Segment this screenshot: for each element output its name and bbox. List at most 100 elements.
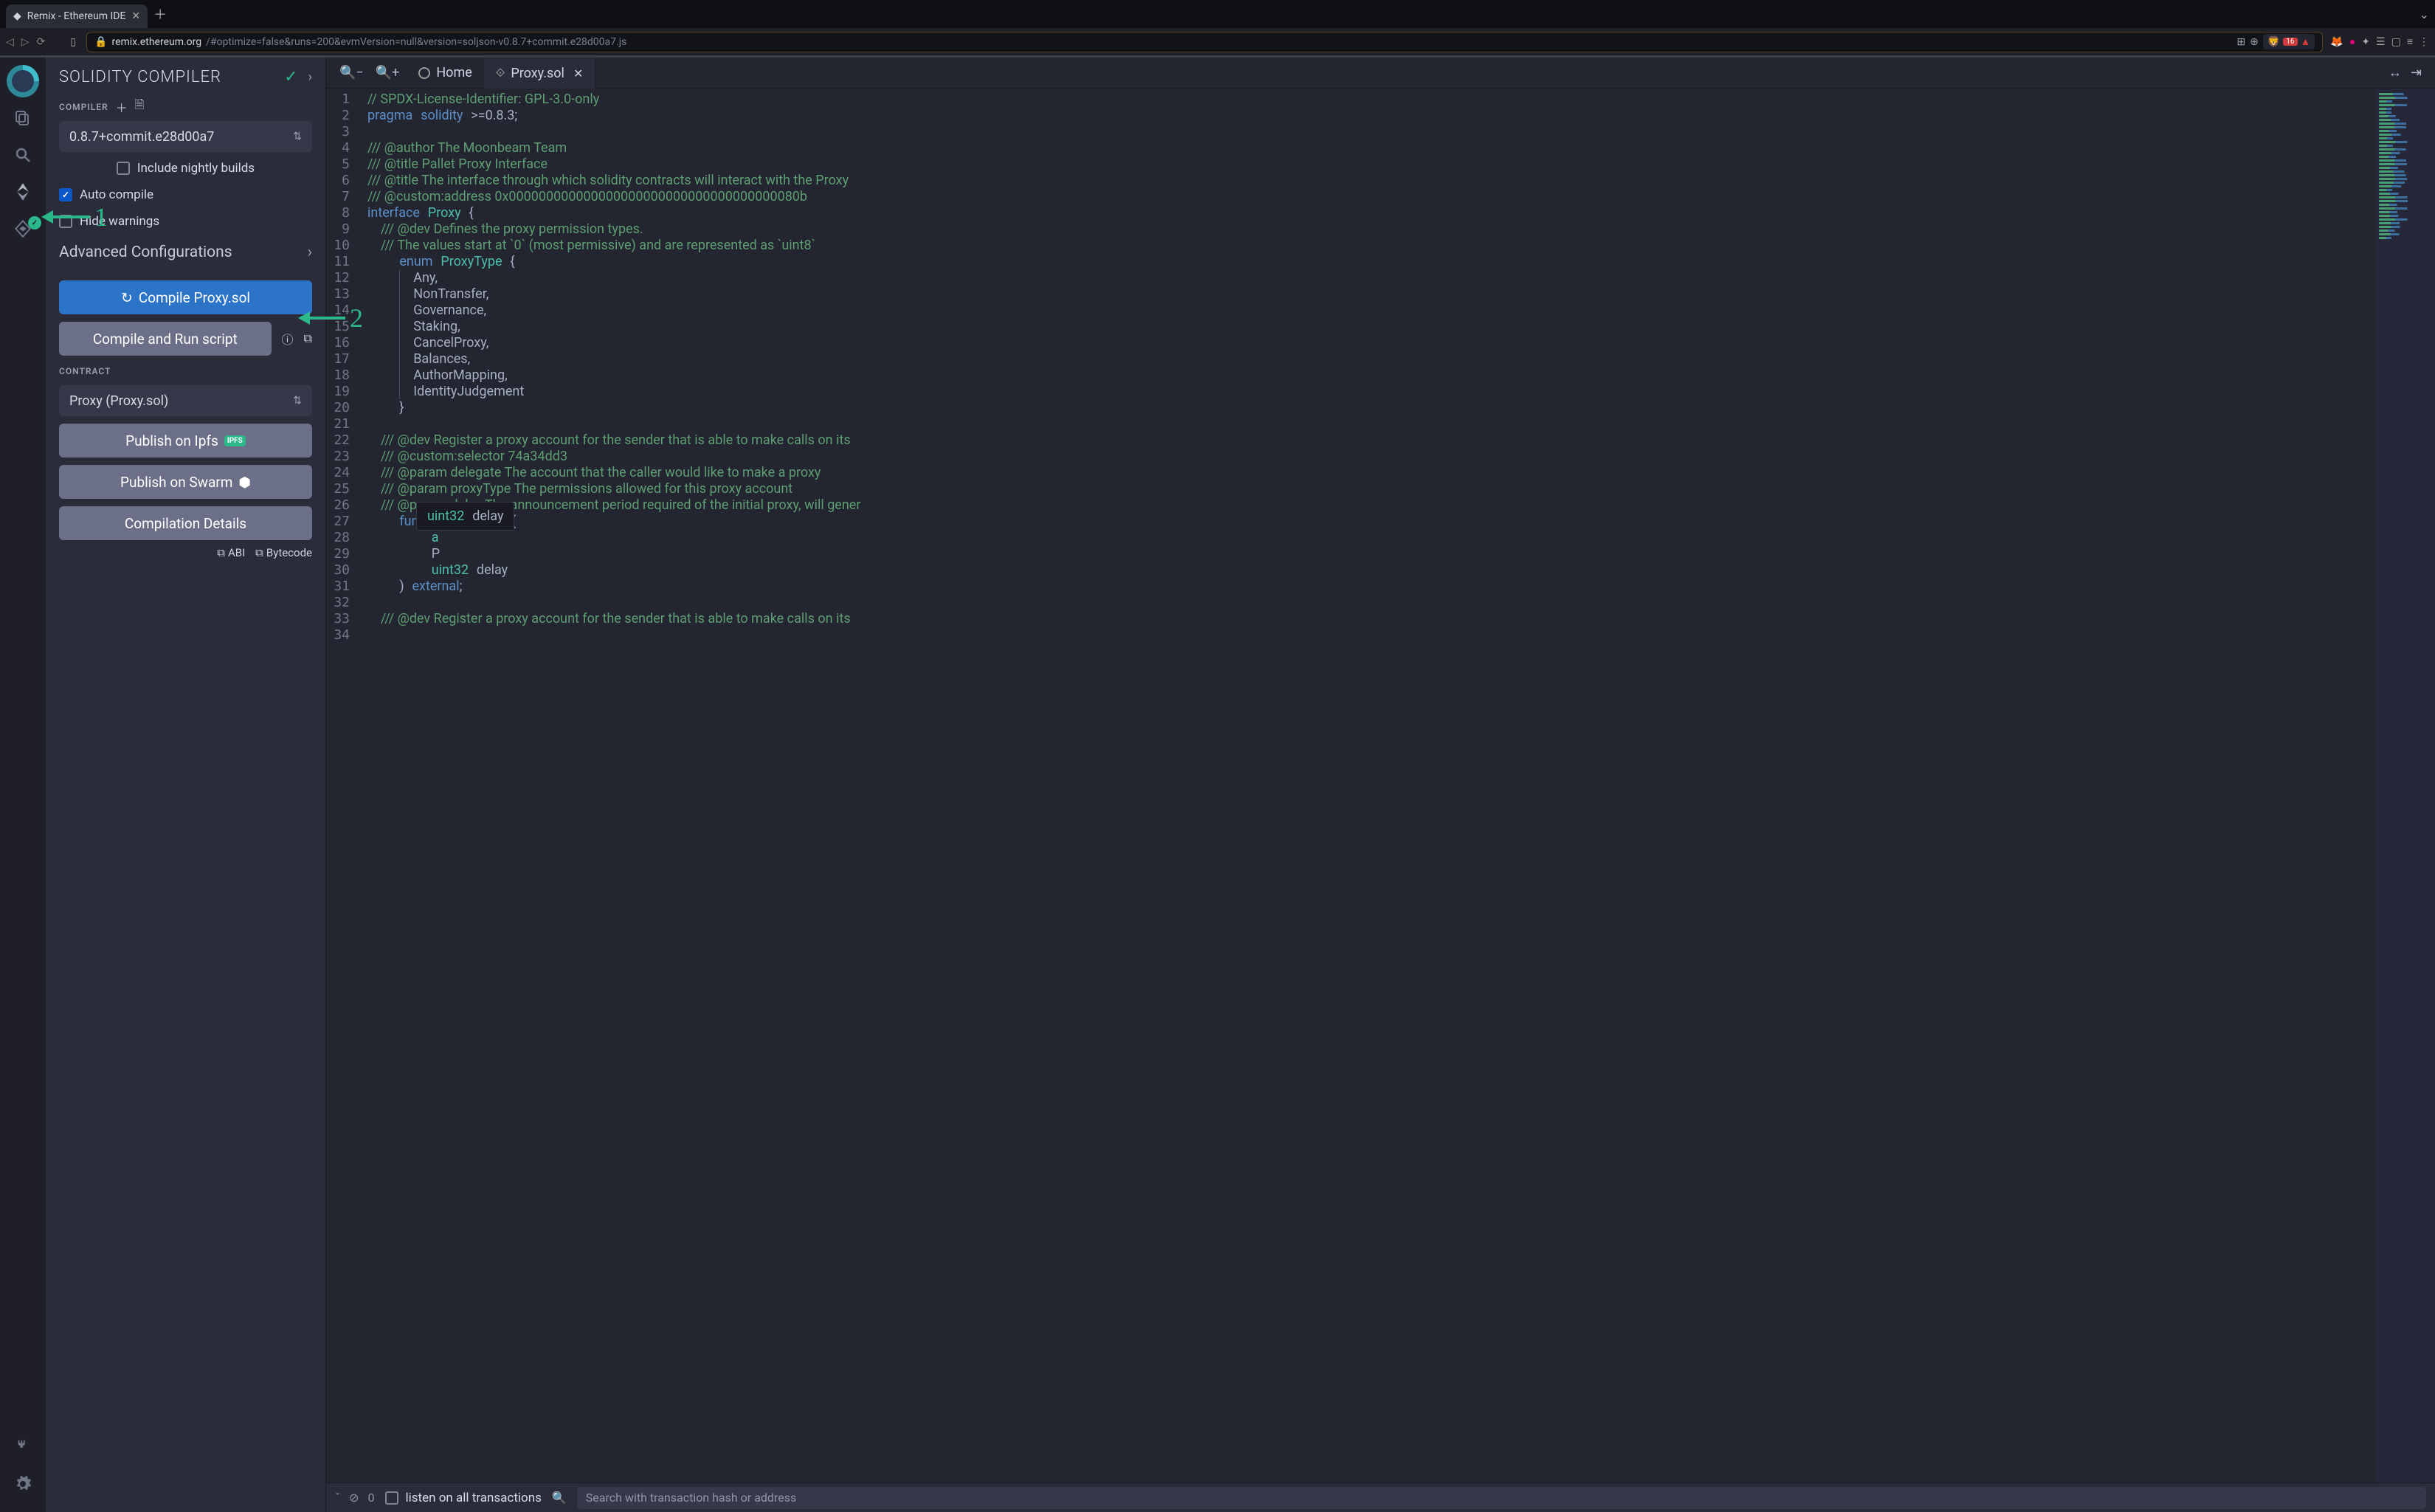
file-explorer-icon[interactable] xyxy=(7,102,39,134)
remix-logo[interactable] xyxy=(7,65,39,97)
compile-button[interactable]: ↻ Compile Proxy.sol xyxy=(59,280,312,314)
back-icon[interactable]: ◁ xyxy=(6,36,14,48)
search-tx-icon[interactable]: 🔍 xyxy=(552,1491,567,1505)
close-icon[interactable]: ✕ xyxy=(131,10,140,22)
contract-value: Proxy (Proxy.sol) xyxy=(69,393,168,409)
listen-row[interactable]: listen on all transactions xyxy=(385,1491,542,1505)
plugin-manager-icon[interactable] xyxy=(7,1431,39,1463)
copy-icon: ⧉ xyxy=(217,546,225,559)
remix-app: 1 2 ✓ SOLIDITY COMPILER xyxy=(0,58,2435,1512)
solidity-compiler-icon[interactable] xyxy=(7,176,39,208)
add-compiler-icon[interactable]: ＋ xyxy=(116,98,128,116)
nightly-checkbox[interactable] xyxy=(117,162,130,175)
url-path: /#optimize=false&runs=200&evmVersion=nul… xyxy=(206,36,626,48)
publish-swarm-label: Publish on Swarm xyxy=(120,474,232,491)
connect-icon[interactable]: ⊞ xyxy=(2237,36,2245,48)
address-bar[interactable]: 🔒 remix.ethereum.org /#optimize=false&run… xyxy=(86,32,2323,52)
advanced-config-toggle[interactable]: Advanced Configurations › xyxy=(59,244,312,261)
tab-proxy[interactable]: ⟐ Proxy.sol ✕ xyxy=(484,58,596,89)
more-icon[interactable]: ⋮ xyxy=(2419,36,2429,48)
select-arrows-icon: ⇅ xyxy=(293,395,302,407)
bytecode-copy[interactable]: ⧉Bytecode xyxy=(255,546,312,559)
compilation-details-button[interactable]: Compilation Details xyxy=(59,506,312,540)
compile-check-icon: ✓ xyxy=(284,68,297,86)
reload-icon[interactable]: ⟳ xyxy=(37,36,46,48)
compilation-details-label: Compilation Details xyxy=(125,515,246,532)
publish-ipfs-button[interactable]: Publish on Ipfs IPFS xyxy=(59,424,312,458)
auto-compile-row[interactable]: ✓ Auto compile xyxy=(59,187,312,202)
extensions-icon[interactable]: ✦ xyxy=(2361,36,2370,48)
abi-copy[interactable]: ⧉ABI xyxy=(217,546,245,559)
menu-icon[interactable]: ≡ xyxy=(2407,35,2413,48)
publish-ipfs-label: Publish on Ipfs xyxy=(125,432,218,449)
close-icon[interactable]: ✕ xyxy=(573,66,583,80)
search-icon[interactable] xyxy=(7,139,39,171)
browser-tab-strip: ◆ Remix - Ethereum IDE ✕ ＋ ⌄ xyxy=(0,0,2435,28)
output-links: ⧉ABI ⧉Bytecode xyxy=(59,546,312,559)
tx-search-input[interactable]: Search with transaction hash or address xyxy=(577,1487,2426,1509)
forward-icon: ▷ xyxy=(21,36,30,48)
copy-icon[interactable]: ⧉ xyxy=(304,331,312,346)
reading-list-icon[interactable]: ☰ xyxy=(2376,36,2386,48)
nightly-label: Include nightly builds xyxy=(137,161,255,176)
icon-panel: ✓ xyxy=(0,58,46,1512)
settings-icon[interactable] xyxy=(7,1468,39,1500)
contract-label: CONTRACT xyxy=(59,366,312,376)
refresh-icon: ↻ xyxy=(121,289,133,306)
code-content[interactable]: // SPDX-License-Identifier: GPL-3.0-only… xyxy=(357,89,2376,1482)
compile-button-label: Compile Proxy.sol xyxy=(139,289,250,306)
info-icon[interactable]: ⓘ xyxy=(282,330,294,348)
hide-warnings-row[interactable]: Hide warnings xyxy=(59,214,312,229)
select-arrows-icon: ⇅ xyxy=(293,131,302,142)
resize-editor-icon[interactable]: ↔ xyxy=(2389,65,2402,80)
listen-checkbox[interactable] xyxy=(385,1491,398,1505)
minimap[interactable] xyxy=(2376,89,2435,1482)
panel-title: SOLIDITY COMPILER xyxy=(59,68,284,86)
browser-tab[interactable]: ◆ Remix - Ethereum IDE ✕ xyxy=(6,4,148,28)
lock-icon: 🔒 xyxy=(94,36,107,48)
panel-forward-icon[interactable]: › xyxy=(308,69,312,85)
zoom-out-icon[interactable]: 🔍− xyxy=(339,65,364,80)
wallet-icon[interactable]: ▢ xyxy=(2391,36,2401,48)
compile-success-badge: ✓ xyxy=(28,216,41,229)
tab-home[interactable]: Home xyxy=(407,58,483,89)
compiler-label: COMPILER xyxy=(59,102,108,112)
chevron-right-icon: › xyxy=(308,244,312,261)
advanced-config-label: Advanced Configurations xyxy=(59,244,232,261)
hide-warnings-checkbox[interactable] xyxy=(59,215,72,228)
editor-area: 🔍− 🔍+ Home ⟐ Proxy.sol ✕ ↔ ⇥ 1 2 3 4 5 6… xyxy=(326,58,2435,1512)
compile-run-button[interactable]: Compile and Run script xyxy=(59,322,272,356)
compiler-version-select[interactable]: 0.8.7+commit.e28d00a7 ⇅ xyxy=(59,121,312,152)
polkadot-icon[interactable]: ● xyxy=(2349,35,2355,48)
url-host: remix.ethereum.org xyxy=(111,36,201,48)
brave-shields[interactable]: 🦁 16 ▲ xyxy=(2263,34,2315,49)
terminal-bar: ˇ ⊘ 0 listen on all transactions 🔍 Searc… xyxy=(326,1482,2435,1512)
publish-swarm-button[interactable]: Publish on Swarm ⬢ xyxy=(59,465,312,499)
zoom-in-icon[interactable]: 🔍+ xyxy=(376,65,400,80)
metamask-icon[interactable]: 🦊 xyxy=(2330,36,2343,48)
tx-search-placeholder: Search with transaction hash or address xyxy=(586,1491,796,1505)
zoom-icon[interactable]: ⊕ xyxy=(2250,36,2259,48)
auto-compile-label: Auto compile xyxy=(80,187,153,202)
terminal-toggle-icon[interactable]: ˇ xyxy=(335,1491,340,1505)
clear-icon[interactable]: ⊘ xyxy=(349,1491,359,1505)
nightly-row[interactable]: Include nightly builds xyxy=(59,161,312,176)
home-icon xyxy=(418,67,430,79)
pending-count: 0 xyxy=(368,1491,375,1505)
tab-overflow-icon[interactable]: ⌄ xyxy=(2420,7,2429,21)
intellisense-tooltip: uint32 delay xyxy=(416,502,514,531)
bookmark-icon[interactable]: ▯ xyxy=(70,36,76,48)
tab-proxy-label: Proxy.sol xyxy=(511,66,564,81)
new-tab-button[interactable]: ＋ xyxy=(153,4,167,24)
copy-icon: ⧉ xyxy=(255,546,263,559)
tab-title: Remix - Ethereum IDE xyxy=(27,10,126,22)
tab-favicon: ◆ xyxy=(13,10,21,22)
editor-tabs: 🔍− 🔍+ Home ⟐ Proxy.sol ✕ ↔ ⇥ xyxy=(326,58,2435,89)
expand-editor-icon[interactable]: ⇥ xyxy=(2411,65,2422,80)
contract-select[interactable]: Proxy (Proxy.sol) ⇅ xyxy=(59,385,312,416)
extension-icons: 🦊 ● ✦ ☰ ▢ ≡ ⋮ xyxy=(2330,35,2429,48)
compiler-doc-icon[interactable]: 🗎 xyxy=(135,97,145,117)
auto-compile-checkbox[interactable]: ✓ xyxy=(59,188,72,201)
code-editor[interactable]: 1 2 3 4 5 6 7 8 9 10 11 12 13 14 15 16 1… xyxy=(326,89,2435,1482)
compiler-version-value: 0.8.7+commit.e28d00a7 xyxy=(69,129,214,145)
